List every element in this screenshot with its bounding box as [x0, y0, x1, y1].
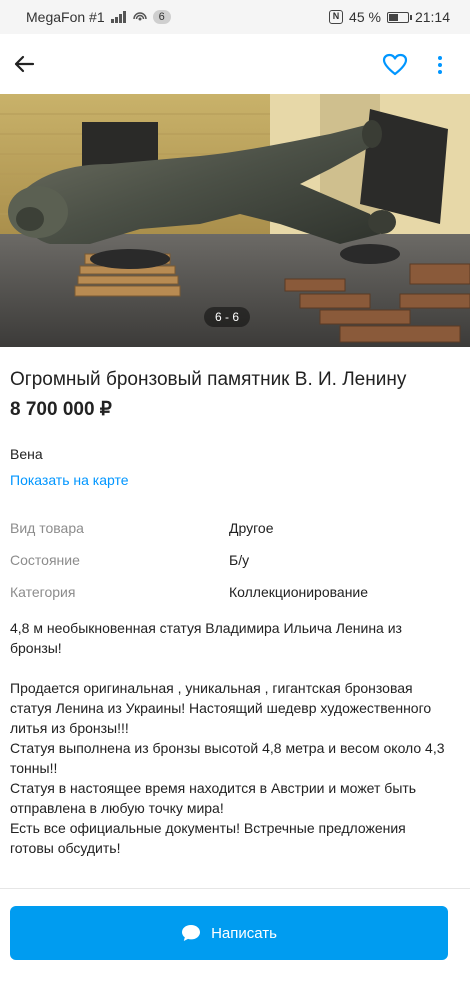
- listing-description: 4,8 м необыкновенная статуя Владимира Ил…: [10, 620, 445, 856]
- battery-percent: 45 %: [349, 9, 381, 25]
- back-arrow-icon: [14, 55, 35, 73]
- param-row: Вид товара Другое: [10, 512, 460, 544]
- listing-content: Огромный бронзовый памятник В. И. Ленину…: [0, 347, 470, 858]
- param-value: Коллекционирование: [229, 584, 369, 600]
- heart-icon: [382, 53, 408, 76]
- more-options-button[interactable]: [430, 50, 450, 80]
- favorite-button[interactable]: [380, 50, 410, 80]
- app-bar: [0, 34, 470, 94]
- back-button[interactable]: [10, 50, 38, 78]
- param-value: Другое: [229, 520, 274, 536]
- carrier-name: MegaFon #1: [26, 9, 105, 25]
- chat-bubble-icon: [182, 925, 201, 941]
- notification-badge: 6: [152, 10, 171, 24]
- photo-counter: 6 - 6: [204, 307, 250, 327]
- param-name: Вид товара: [10, 520, 84, 536]
- hotspot-icon: [132, 12, 147, 21]
- param-name: Состояние: [10, 552, 80, 568]
- status-right: N 45 % 21:14: [329, 9, 450, 25]
- battery-icon: [386, 11, 412, 23]
- more-vertical-icon: [438, 56, 442, 60]
- param-row: Состояние Б/у: [10, 544, 460, 576]
- listing-title: Огромный бронзовый памятник В. И. Ленину: [10, 369, 407, 390]
- write-button-label: Написать: [211, 924, 277, 942]
- write-message-button[interactable]: Написать: [10, 906, 448, 960]
- nfc-icon: N: [329, 10, 344, 24]
- listing-params: Вид товара Другое Состояние Б/у Категори…: [10, 512, 460, 608]
- status-left: MegaFon #1 6: [26, 9, 171, 25]
- clock: 21:14: [414, 9, 450, 25]
- bottom-action-bar: Написать: [0, 888, 470, 978]
- param-name: Категория: [10, 584, 76, 600]
- param-value: Б/у: [229, 552, 250, 568]
- signal-icon: [110, 11, 127, 23]
- listing-city: Вена: [10, 446, 43, 462]
- listing-price: 8 700 000 ₽: [10, 399, 112, 420]
- status-bar: MegaFon #1 6 N 45 % 21:14: [0, 0, 470, 34]
- show-on-map-link[interactable]: Показать на карте: [10, 471, 129, 489]
- param-row: Категория Коллекционирование: [10, 576, 460, 608]
